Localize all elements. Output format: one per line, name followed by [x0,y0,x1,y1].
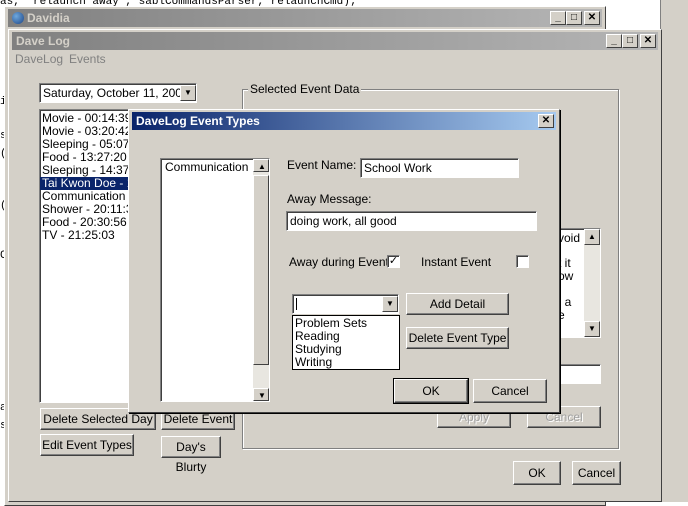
maximize-icon[interactable]: □ [622,34,638,48]
notes-text-fragment: void [558,231,581,245]
davidia-title: Davidia [27,11,70,25]
event-name-field[interactable]: School Work [360,158,519,178]
minimize-icon[interactable]: _ [606,34,622,48]
dialog-cancel-button[interactable]: Cancel [473,379,547,403]
days-blurty-button[interactable]: Day's Blurty [161,436,221,474]
dialog-ok-button[interactable]: OK [393,378,469,404]
away-message-field[interactable]: doing work, all good [286,211,537,231]
scroll-down-icon[interactable]: ▼ [584,321,600,337]
cancel-button[interactable]: Cancel [572,461,621,485]
davidia-titlebar: Davidia _ □ ✕ [8,9,602,27]
menu-events[interactable]: Events [69,52,106,66]
text-caret [296,298,297,310]
detail-list-item[interactable]: Studying [293,343,399,356]
dialog-title: DaveLog Event Types [136,114,260,128]
away-message-value: doing work, all good [290,214,397,228]
event-types-list[interactable]: CommunicationCustomDrunkEventFoodGymLaun… [160,158,270,402]
chevron-down-icon[interactable]: ▼ [382,296,398,312]
notes-text-fragment: ow [558,269,574,283]
scroll-thumb[interactable] [253,175,269,365]
ok-button[interactable]: OK [513,461,561,485]
delete-event-type-button[interactable]: Delete Event Type [406,327,509,349]
close-icon[interactable]: ✕ [640,34,656,48]
davelog-title: Dave Log [16,34,71,48]
event-name-value: School Work [364,161,432,175]
scroll-down-icon[interactable]: ▼ [253,388,269,401]
date-select[interactable]: Saturday, October 11, 2003 ▼ [39,83,197,103]
detail-dropdown-list[interactable]: Problem Sets Reading Studying Writing [292,315,400,370]
event-types-scrollbar[interactable]: ▲ ▼ [253,159,269,401]
date-select-value: Saturday, October 11, 2003 [43,86,189,100]
instant-event-label: Instant Event [421,255,492,269]
dialog-titlebar: DaveLog Event Types ✕ [132,112,556,130]
event-type-list-item[interactable]: Communication [163,161,255,174]
add-detail-button[interactable]: Add Detail [406,293,509,315]
selected-event-group-label: Selected Event Data [248,82,362,96]
background-window-edge [660,0,688,502]
scroll-up-icon[interactable]: ▲ [253,159,269,172]
detail-list-item[interactable]: Writing [293,356,399,369]
detail-list-item[interactable]: Problem Sets [293,317,399,330]
scroll-up-icon[interactable]: ▲ [584,229,600,245]
edit-event-types-button[interactable]: Edit Event Types [40,434,134,456]
detail-select[interactable]: ▼ [292,294,399,314]
away-during-event-label: Away during Event [289,255,389,269]
davelog-titlebar: Dave Log _ □ ✕ [12,32,658,50]
minimize-icon[interactable]: _ [550,11,566,25]
notes-scrollbar[interactable]: ▲ ▼ [584,229,600,337]
instant-event-checkbox[interactable] [516,255,529,268]
notes-text-fragment: , a [558,295,572,309]
app-globe-icon [12,12,24,24]
away-during-event-checkbox[interactable]: ✓ [387,255,400,268]
event-name-label: Event Name: [287,158,357,172]
detail-list-item[interactable]: Reading [293,330,399,343]
close-icon[interactable]: ✕ [538,114,554,128]
maximize-icon[interactable]: □ [566,11,582,25]
close-icon[interactable]: ✕ [584,11,600,25]
menu-davelog[interactable]: DaveLog [15,52,63,66]
chevron-down-icon[interactable]: ▼ [180,85,196,101]
away-message-label: Away Message: [287,192,372,206]
background-field[interactable] [556,364,601,384]
